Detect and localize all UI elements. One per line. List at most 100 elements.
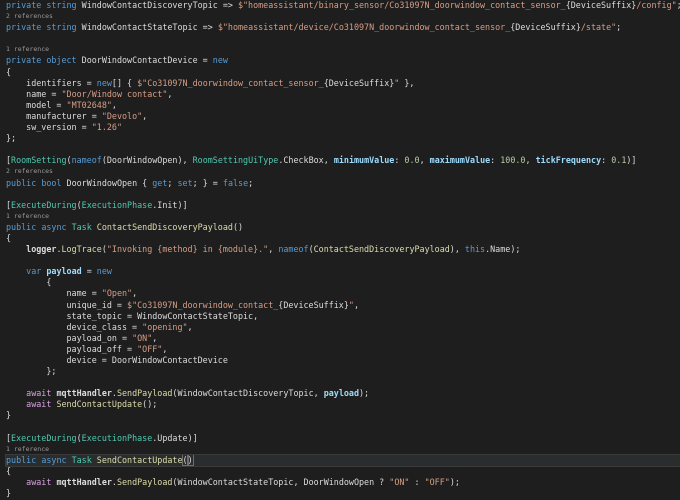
number-literal: 100.0 bbox=[500, 155, 526, 166]
string-literal: "OFF" bbox=[137, 343, 163, 354]
string-literal: "Door/Window contact" bbox=[61, 88, 168, 99]
named-argument: maximumValue bbox=[429, 155, 491, 166]
blank-line[interactable] bbox=[6, 189, 680, 200]
member-name: name bbox=[6, 88, 47, 99]
code-line[interactable]: { bbox=[6, 67, 680, 78]
code-line[interactable]: [ExecuteDuring(ExecutionPhase.Update)] bbox=[6, 433, 680, 444]
punctuation: )] bbox=[177, 199, 188, 210]
code-line[interactable]: identifiers = new[] { $"Co31097N_doorwin… bbox=[6, 78, 680, 89]
control-keyword: await bbox=[26, 399, 52, 410]
string-literal: $"homeassistant/binary_sensor/Co31097N_d… bbox=[237, 0, 566, 10]
code-line[interactable]: await mqttHandler.SendPayload(WindowCont… bbox=[6, 477, 680, 488]
keyword: private bbox=[6, 55, 42, 66]
current-code-line[interactable]: public async Task SendContactUpdate() bbox=[5, 453, 680, 467]
code-editor[interactable]: private string WindowContactDiscoveryTop… bbox=[0, 0, 680, 500]
operator: = bbox=[111, 299, 128, 310]
field-name: DoorWindowContactDevice bbox=[111, 355, 228, 365]
code-line[interactable]: }; bbox=[6, 366, 680, 377]
operator: = bbox=[197, 55, 213, 66]
code-line[interactable]: public bool DoorWindowOpen { get; set; }… bbox=[6, 178, 680, 189]
local-variable: payload bbox=[323, 388, 359, 399]
punctuation: )] bbox=[626, 155, 637, 166]
codelens-references[interactable]: 1 reference bbox=[6, 444, 680, 455]
blank-line[interactable] bbox=[6, 422, 680, 433]
code-line[interactable]: payload_off = "OFF", bbox=[6, 344, 680, 355]
code-line[interactable]: payload_on = "ON", bbox=[6, 333, 680, 344]
code-line[interactable]: } bbox=[6, 410, 680, 421]
type-name: Task bbox=[71, 454, 92, 465]
property-name: WindowContactDiscoveryTopic bbox=[81, 0, 218, 10]
operator: = bbox=[116, 332, 133, 343]
operator: = bbox=[86, 288, 102, 299]
code-line[interactable]: device = DoorWindowContactDevice bbox=[6, 355, 680, 366]
blank-line[interactable] bbox=[6, 255, 680, 266]
code-line[interactable]: logger.LogTrace("Invoking {method} in {m… bbox=[6, 244, 680, 255]
code-line[interactable]: name = "Door/Window contact", bbox=[6, 89, 680, 100]
code-line[interactable]: state_topic = WindowContactStateTopic, bbox=[6, 311, 680, 322]
code-line[interactable]: [ExecuteDuring(ExecutionPhase.Init)] bbox=[6, 200, 680, 211]
number-literal: 0.1 bbox=[611, 155, 627, 166]
property-name: DoorWindowOpen bbox=[66, 177, 138, 188]
operator: => bbox=[217, 0, 238, 10]
code-line[interactable]: manufacturer = "Devolo", bbox=[6, 111, 680, 122]
punctuation: ); bbox=[510, 244, 521, 255]
keyword: public bbox=[6, 177, 37, 188]
code-line[interactable]: public async Task ContactSendDiscoveryPa… bbox=[6, 222, 680, 233]
enum-member: CheckBox bbox=[283, 155, 324, 166]
code-line[interactable]: await SendContactUpdate(); bbox=[6, 399, 680, 410]
codelens-references[interactable]: 2 references bbox=[6, 11, 680, 22]
codelens-references[interactable]: 1 reference bbox=[6, 44, 680, 55]
code-line[interactable]: name = "Open", bbox=[6, 288, 680, 299]
member-name: unique_id bbox=[6, 299, 112, 310]
punctuation: (); bbox=[142, 399, 158, 410]
string-literal: "MT02648" bbox=[66, 99, 112, 110]
punctuation: , bbox=[132, 288, 138, 299]
punctuation: }, bbox=[399, 77, 415, 88]
code-line[interactable]: { bbox=[6, 233, 680, 244]
blank-line[interactable] bbox=[6, 377, 680, 388]
punctuation: [] { bbox=[111, 77, 138, 88]
code-line[interactable]: private object DoorWindowContactDevice =… bbox=[6, 55, 680, 66]
interpolation: {DeviceSuffix} bbox=[510, 22, 581, 33]
keyword: private bbox=[6, 0, 42, 10]
code-line[interactable]: await mqttHandler.SendPayload(WindowCont… bbox=[6, 388, 680, 399]
member-name: sw_version bbox=[6, 122, 77, 133]
punctuation: , bbox=[313, 388, 324, 399]
field-name: mqttHandler bbox=[56, 477, 112, 488]
code-line[interactable]: } bbox=[6, 488, 680, 499]
code-line[interactable]: sw_version = "1.26" bbox=[6, 122, 680, 133]
member-name: payload_off bbox=[6, 343, 122, 354]
punctuation: ); bbox=[359, 388, 370, 399]
punctuation: ), bbox=[177, 155, 193, 166]
code-line[interactable]: var payload = new bbox=[6, 266, 680, 277]
blank-line[interactable] bbox=[6, 33, 680, 44]
method-name: ContactSendDiscoveryPayload bbox=[96, 221, 233, 232]
punctuation: , bbox=[152, 332, 158, 343]
operator: = bbox=[86, 110, 102, 121]
code-line[interactable]: private string WindowContactStateTopic =… bbox=[6, 22, 680, 33]
attribute-name: RoomSetting bbox=[11, 155, 67, 166]
blank-line[interactable] bbox=[6, 144, 680, 155]
code-line[interactable]: unique_id = $"Co31097N_doorwindow_contac… bbox=[6, 300, 680, 311]
code-line[interactable]: }; bbox=[6, 133, 680, 144]
codelens-references[interactable]: 2 references bbox=[6, 166, 680, 177]
code-line[interactable]: { bbox=[6, 466, 680, 477]
codelens-references[interactable]: 1 reference bbox=[6, 211, 680, 222]
code-line[interactable]: { bbox=[6, 277, 680, 288]
operator: : bbox=[409, 477, 425, 488]
code-line[interactable]: private string WindowContactDiscoveryTop… bbox=[6, 0, 680, 11]
code-line[interactable]: model = "MT02648", bbox=[6, 100, 680, 111]
type-name: Task bbox=[71, 221, 92, 232]
text-caret bbox=[192, 455, 194, 466]
operator: = bbox=[121, 310, 138, 321]
punctuation: , bbox=[111, 99, 117, 110]
code-line[interactable]: [RoomSetting(nameof(DoorWindowOpen), Roo… bbox=[6, 155, 680, 166]
member-name: state_topic bbox=[6, 310, 122, 321]
property-name: Name bbox=[490, 244, 511, 255]
code-line[interactable]: device_class = "opening", bbox=[6, 322, 680, 333]
punctuation: : bbox=[490, 155, 501, 166]
field-name: DoorWindowContactDevice bbox=[81, 55, 198, 66]
keyword: nameof bbox=[278, 244, 309, 255]
keyword: private bbox=[6, 22, 42, 33]
